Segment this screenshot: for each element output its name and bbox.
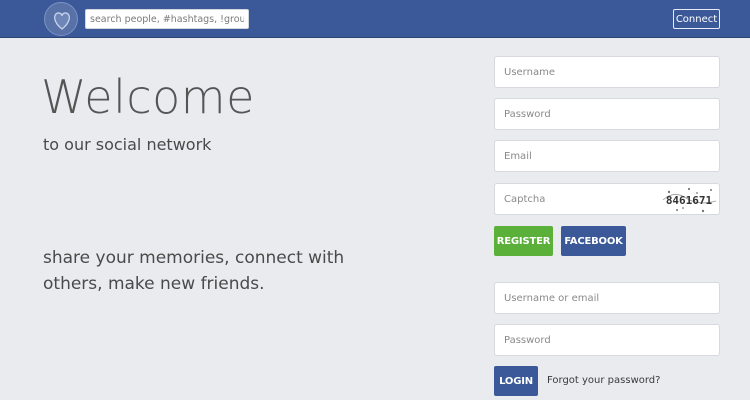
login-password-field[interactable] xyxy=(494,324,720,356)
heart-icon xyxy=(54,12,70,30)
captcha-field[interactable] xyxy=(494,183,659,215)
register-email-field[interactable] xyxy=(494,140,720,172)
connect-button[interactable]: Connect xyxy=(673,9,720,29)
register-password-field[interactable] xyxy=(494,98,720,130)
login-button[interactable]: LOGIN xyxy=(494,366,538,396)
welcome-subtitle: to our social network xyxy=(43,135,212,154)
search-input[interactable] xyxy=(85,9,249,29)
register-button[interactable]: REGISTER xyxy=(494,226,553,256)
facebook-button[interactable]: FACEBOOK xyxy=(561,226,626,256)
forgot-password-link[interactable]: Forgot your password? xyxy=(547,375,660,386)
login-username-field[interactable] xyxy=(494,282,720,314)
logo[interactable] xyxy=(44,2,78,36)
top-navigation-bar: Connect xyxy=(0,0,750,38)
register-username-field[interactable] xyxy=(494,56,720,88)
captcha-text: 8461671 xyxy=(666,194,713,207)
welcome-heading: Welcome xyxy=(41,70,255,124)
captcha-image: 8461671 xyxy=(659,183,720,215)
tagline-text: share your memories, connect with others… xyxy=(43,248,345,294)
